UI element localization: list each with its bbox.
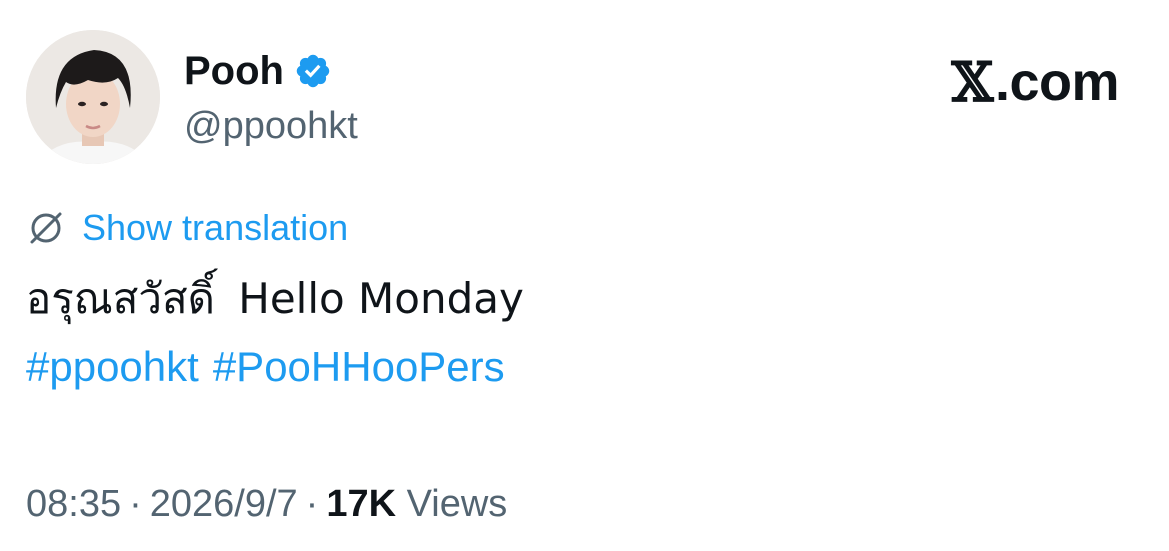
tweet-date[interactable]: 2026/9/7 [150, 480, 298, 528]
hashtag-link[interactable]: #ppoohkt [26, 340, 199, 394]
avatar[interactable] [26, 30, 160, 164]
hashtag-link[interactable]: #PooHHooPers [213, 340, 505, 394]
show-translation-label[interactable]: Show translation [82, 206, 348, 250]
show-translation-button[interactable]: Show translation [26, 206, 348, 250]
tweet-time[interactable]: 08:35 [26, 480, 121, 528]
verified-badge-icon [294, 52, 332, 90]
tweet-text-thai: อรุณสวัสดิ์ [26, 274, 215, 323]
globe-strike-icon [26, 208, 66, 248]
views-count: 17K [326, 483, 397, 525]
tweet-hashtags: #ppoohkt #PooHHooPers [26, 340, 519, 394]
meta-separator: · [129, 483, 142, 525]
brand-domain: .com [994, 52, 1120, 112]
views-label: Views [406, 483, 508, 525]
tweet-text: อรุณสวัสดิ์ Hello Monday [26, 272, 524, 326]
tweet-meta: 08:35 · 2026/9/7 · 17K Views [26, 480, 507, 528]
author-name-text[interactable]: Pooh [184, 46, 284, 96]
avatar-image [26, 30, 160, 164]
tweet-text-english: Hello Monday [238, 274, 524, 323]
x-brand-icon: 𝕏 [951, 50, 994, 114]
author-handle[interactable]: @ppoohkt [184, 102, 358, 150]
x-logo: 𝕏 .com [951, 50, 1120, 114]
meta-separator: · [305, 483, 319, 525]
author-display-name[interactable]: Pooh [184, 46, 332, 96]
